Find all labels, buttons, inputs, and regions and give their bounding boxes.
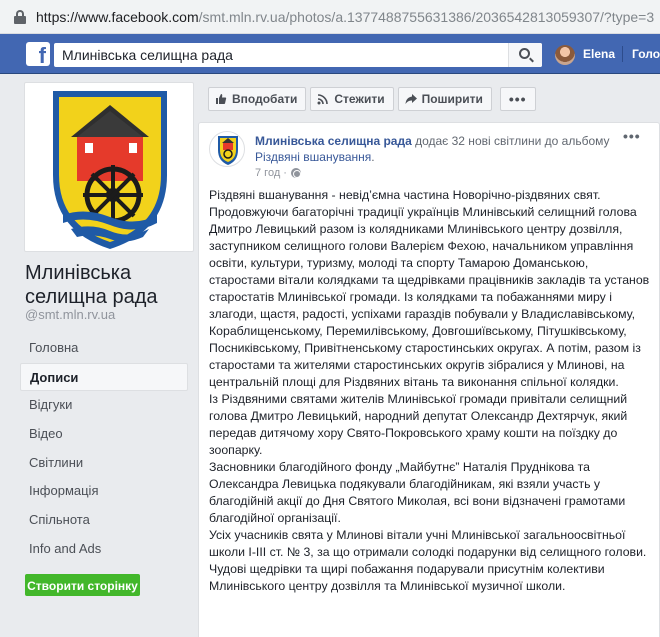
nav-item-videos[interactable]: Відео (20, 420, 188, 449)
like-label: Вподобати (232, 92, 298, 106)
post-timestamp[interactable]: 7 год · (255, 167, 301, 179)
coat-of-arms-small-icon (218, 136, 238, 165)
share-button[interactable]: Поширити (397, 87, 492, 111)
follow-label: Стежити (334, 92, 385, 106)
search-input[interactable] (54, 43, 542, 67)
share-arrow-icon (405, 94, 417, 104)
page-title[interactable]: Млинівська селищна рада (25, 261, 195, 309)
nav-item-photos[interactable]: Світлини (20, 449, 188, 478)
lock-icon (14, 9, 26, 24)
rss-icon (317, 94, 329, 105)
create-page-button[interactable]: Створити сторінку (25, 574, 140, 596)
post-options-button[interactable]: ••• (623, 128, 641, 144)
user-name-link[interactable]: Elena (583, 47, 615, 61)
nav-item-about[interactable]: Інформація (20, 477, 188, 506)
page-nav: Головна Дописи Відгуки Відео Світлини Ін… (20, 334, 188, 564)
globe-icon (290, 168, 301, 178)
more-options-button[interactable]: ••• (499, 87, 536, 111)
post-author-link[interactable]: Млинівська селищна рада (255, 134, 412, 148)
url-text[interactable]: https://www.facebook.com/smt.mln.rv.ua/p… (36, 9, 654, 25)
nav-item-home[interactable]: Головна (20, 334, 188, 363)
thumbs-up-icon (216, 94, 227, 104)
post-album-link[interactable]: Різдвяні вшанування (255, 150, 371, 164)
facebook-top-bar: f Elena Головна (0, 34, 660, 74)
url-path: /smt.mln.rv.ua/photos/a.1377488755631386… (198, 8, 655, 25)
like-button[interactable]: Вподобати (208, 87, 307, 111)
nav-item-reviews[interactable]: Відгуки (20, 391, 188, 420)
follow-button[interactable]: Стежити (310, 87, 394, 111)
nav-item-posts[interactable]: Дописи (20, 362, 188, 392)
facebook-logo-icon[interactable]: f (26, 42, 50, 66)
home-link[interactable]: Головна (632, 47, 660, 61)
search-icon (519, 48, 530, 59)
nav-item-community[interactable]: Спільнота (20, 506, 188, 535)
post-action-text: додає 32 нові світлини до альбому (411, 134, 610, 148)
post-header: Млинівська селищна рада додає 32 нові св… (255, 133, 615, 165)
header-divider (622, 46, 623, 62)
page-action-bar: Вподобати Стежити Поширити ••• (208, 87, 536, 111)
browser-address-bar[interactable]: https://www.facebook.com/smt.mln.rv.ua/p… (0, 0, 660, 34)
post-body-text: Різдвяні вшанування - невід’ємна частина… (209, 188, 650, 593)
post-time-text: 7 год · (255, 167, 287, 179)
coat-of-arms-image (53, 91, 167, 249)
user-avatar[interactable] (555, 45, 575, 65)
post-album-suffix: . (371, 150, 375, 164)
share-label: Поширити (421, 92, 483, 106)
post-card: Млинівська селищна рада додає 32 нові св… (198, 122, 660, 637)
search-button[interactable] (508, 43, 542, 67)
page-handle[interactable]: @smt.mln.rv.ua (25, 307, 115, 322)
page-profile-picture[interactable] (24, 82, 194, 252)
post-author-avatar[interactable] (209, 131, 245, 167)
url-domain: https://www.facebook.com (36, 8, 199, 25)
nav-item-info-ads[interactable]: Info and Ads (20, 535, 188, 564)
